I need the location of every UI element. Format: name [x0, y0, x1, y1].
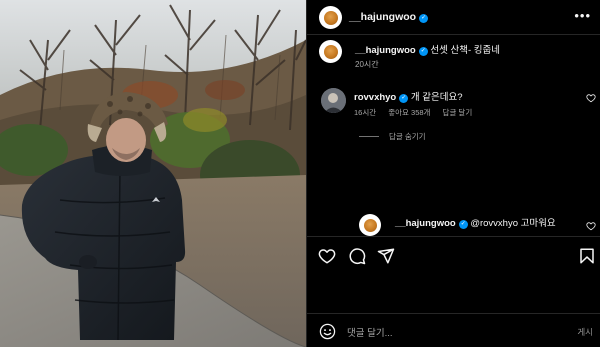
smiley-icon[interactable] — [319, 323, 336, 340]
post-photo[interactable] — [0, 0, 306, 347]
comment-likes-count[interactable]: 좋아요 358개 — [388, 108, 430, 117]
comment-reply-button[interactable]: 답글 달기 — [443, 108, 473, 117]
reply-text: @rovvxhyo 고마워요 — [470, 218, 556, 229]
hide-replies-button[interactable]: 답글 숨기기 — [359, 131, 426, 142]
paper-plane-icon[interactable] — [377, 247, 395, 265]
hide-replies-label: 답글 숨기기 — [389, 132, 426, 141]
more-options-icon[interactable]: ••• — [574, 9, 591, 22]
post-actions-bar — [307, 236, 600, 274]
post-comment-button[interactable]: 게시 — [577, 326, 593, 338]
caption-avatar[interactable] — [319, 40, 342, 63]
verified-badge-icon: ✓ — [418, 47, 428, 56]
caption-timestamp[interactable]: 20시간 — [355, 59, 379, 70]
heart-icon[interactable] — [318, 247, 336, 265]
heart-icon[interactable] — [586, 93, 596, 103]
commenter-avatar[interactable] — [321, 88, 346, 113]
comment-composer: 댓글 달기... 게시 — [307, 313, 600, 347]
comment-text: 개 같은데요? — [410, 92, 463, 103]
verified-badge-icon: ✓ — [419, 14, 429, 23]
author-avatar[interactable] — [319, 6, 342, 29]
comment-meta: 16시간 좋아요 358개 답글 달기 — [354, 107, 482, 118]
comment-line: rovvxhyo ✓ 개 같은데요? — [354, 89, 463, 103]
author-username[interactable]: __hajungwoo ✓ — [349, 11, 429, 23]
heart-icon[interactable] — [586, 221, 596, 231]
caption-username[interactable]: __hajungwoo — [355, 45, 416, 56]
caption-line: __hajungwoo ✓ 선셋 산책- 킹줍네 — [355, 42, 500, 56]
comment-username[interactable]: rovvxhyo — [354, 92, 396, 103]
reply-username[interactable]: __hajungwoo — [395, 218, 456, 229]
bookmark-icon[interactable] — [578, 247, 596, 265]
replies-divider — [359, 136, 379, 137]
caption-text: 선셋 산책- 킹줍네 — [430, 45, 500, 56]
verified-badge-icon: ✓ — [399, 94, 409, 103]
comment-timestamp[interactable]: 16시간 — [354, 108, 376, 117]
commenter-photo — [321, 88, 346, 113]
comment-input[interactable]: 댓글 달기... — [347, 325, 393, 339]
reply-line: __hajungwoo ✓ @rovvxhyo 고마워요 — [395, 215, 556, 229]
verified-badge-icon: ✓ — [458, 220, 468, 229]
reply-avatar[interactable] — [359, 214, 381, 236]
post-detail-panel: __hajungwoo ✓ ••• __hajungwoo ✓ 선셋 산책- 킹줍네… — [306, 0, 600, 347]
post-header: __hajungwoo ✓ ••• — [307, 0, 600, 35]
comment-icon[interactable] — [348, 247, 366, 265]
post-photo-image — [0, 0, 306, 347]
